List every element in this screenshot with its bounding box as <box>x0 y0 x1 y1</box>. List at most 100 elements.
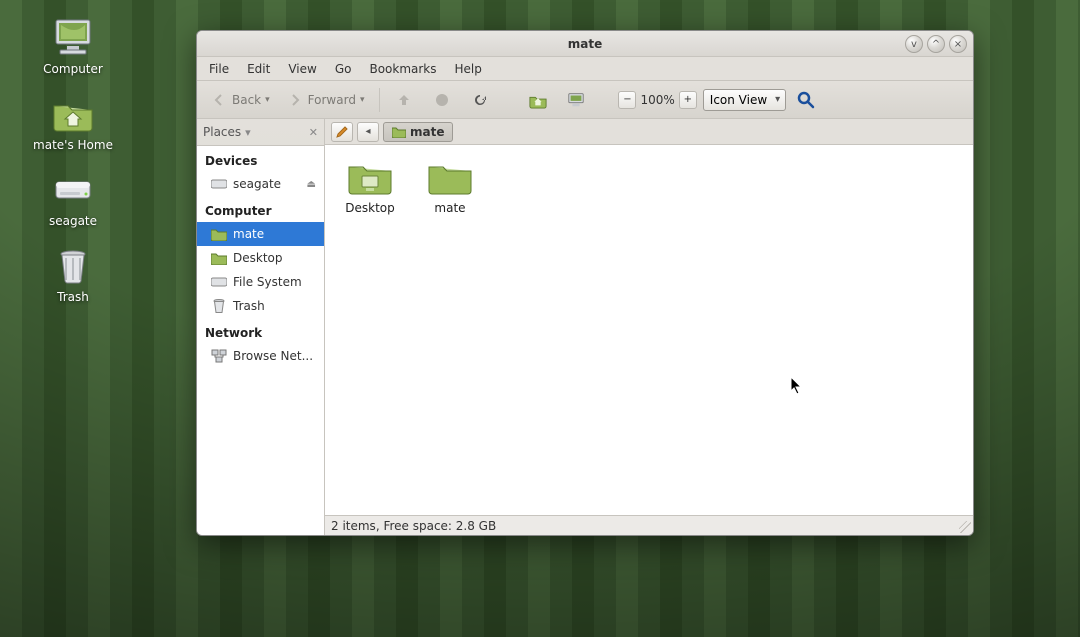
places-heading-devices: Devices <box>197 146 324 172</box>
places-list: Devices seagate ⏏ Computer mate <box>197 145 324 535</box>
desktop-icon-label: Computer <box>43 62 103 76</box>
place-label: Browse Net... <box>233 349 313 363</box>
place-trash[interactable]: Trash <box>197 294 324 318</box>
titlebar[interactable]: mate v ^ × <box>197 31 973 57</box>
zoom-control: − 100% + <box>618 91 696 109</box>
file-label: Desktop <box>345 201 395 215</box>
place-label: Desktop <box>233 251 283 265</box>
drive-icon <box>50 170 96 210</box>
trash-icon <box>50 246 96 286</box>
reload-icon <box>471 91 489 109</box>
place-desktop[interactable]: Desktop <box>197 246 324 270</box>
stop-icon <box>433 91 451 109</box>
view-mode-value: Icon View <box>710 93 767 107</box>
computer-icon <box>50 18 96 58</box>
triangle-left-icon: ◂ <box>365 126 370 137</box>
icon-view[interactable]: Desktop mate <box>325 145 973 515</box>
menu-help[interactable]: Help <box>447 60 490 78</box>
place-label: Trash <box>233 299 265 313</box>
edit-path-button[interactable] <box>331 122 353 142</box>
up-button[interactable] <box>388 86 420 114</box>
file-mate[interactable]: mate <box>419 159 481 215</box>
path-history-button[interactable]: ◂ <box>357 122 379 142</box>
eject-icon[interactable]: ⏏ <box>307 179 316 190</box>
view-mode-select[interactable]: Icon View <box>703 89 786 111</box>
chevron-right-icon <box>286 91 304 109</box>
desktop-icon-label: Trash <box>57 290 89 304</box>
forward-label: Forward <box>308 93 356 107</box>
desktop-icons: Computer mate's Home seagate <box>18 18 128 322</box>
search-icon <box>796 90 816 110</box>
network-icon <box>211 348 227 364</box>
drive-icon <box>211 176 227 192</box>
folder-icon <box>426 159 474 197</box>
minimize-button[interactable]: v <box>905 35 923 53</box>
home-folder-icon <box>211 226 227 242</box>
place-label: mate <box>233 227 264 241</box>
breadcrumb-label: mate <box>410 125 444 139</box>
pencil-icon <box>335 125 349 139</box>
resize-grip[interactable] <box>959 521 971 533</box>
folder-desktop-icon <box>346 159 394 197</box>
zoom-in-button[interactable]: + <box>679 91 697 109</box>
home-button[interactable] <box>522 86 554 114</box>
zoom-out-button[interactable]: − <box>618 91 636 109</box>
menu-bookmarks[interactable]: Bookmarks <box>361 60 444 78</box>
pathbar: ◂ mate <box>325 119 973 145</box>
menubar: File Edit View Go Bookmarks Help <box>197 57 973 81</box>
stop-button[interactable] <box>426 86 458 114</box>
zoom-level: 100% <box>640 93 674 107</box>
side-panel: Places ▾ ✕ Devices seagate ⏏ Computer <box>197 119 325 535</box>
back-button[interactable]: Back ▾ <box>203 86 277 114</box>
desktop-icon-label: seagate <box>49 214 97 228</box>
breadcrumb-home[interactable]: mate <box>383 122 453 142</box>
statusbar: 2 items, Free space: 2.8 GB <box>325 515 973 535</box>
desktop-folder-icon <box>211 250 227 266</box>
computer-button[interactable] <box>560 86 592 114</box>
desktop-icon-trash[interactable]: Trash <box>18 246 128 304</box>
close-button[interactable]: × <box>949 35 967 53</box>
file-label: mate <box>434 201 465 215</box>
menu-view[interactable]: View <box>280 60 324 78</box>
place-filesystem[interactable]: File System <box>197 270 324 294</box>
forward-button[interactable]: Forward ▾ <box>279 86 372 114</box>
arrow-up-icon <box>395 91 413 109</box>
side-panel-title: Places <box>203 125 241 139</box>
places-heading-network: Network <box>197 318 324 344</box>
menu-file[interactable]: File <box>201 60 237 78</box>
main-pane: ◂ mate <box>325 119 973 535</box>
desktop-icon-label: mate's Home <box>33 138 113 152</box>
chevron-down-icon: ▾ <box>265 95 270 105</box>
menu-go[interactable]: Go <box>327 60 360 78</box>
maximize-button[interactable]: ^ <box>927 35 945 53</box>
file-manager-window: mate v ^ × File Edit View Go Bookmarks H… <box>196 30 974 536</box>
menu-edit[interactable]: Edit <box>239 60 278 78</box>
place-seagate[interactable]: seagate ⏏ <box>197 172 324 196</box>
window-title: mate <box>197 37 973 51</box>
back-label: Back <box>232 93 261 107</box>
drive-icon <box>211 274 227 290</box>
reload-button[interactable] <box>464 86 496 114</box>
desktop-icon-drive[interactable]: seagate <box>18 170 128 228</box>
search-button[interactable] <box>792 86 820 114</box>
side-panel-dropdown[interactable]: ▾ <box>245 126 251 139</box>
place-label: File System <box>233 275 302 289</box>
side-panel-close[interactable]: ✕ <box>309 126 318 139</box>
computer-icon <box>567 91 585 109</box>
places-heading-computer: Computer <box>197 196 324 222</box>
trash-icon <box>211 298 227 314</box>
status-text: 2 items, Free space: 2.8 GB <box>331 519 496 533</box>
file-desktop[interactable]: Desktop <box>339 159 401 215</box>
chevron-down-icon: ▾ <box>360 95 365 105</box>
home-folder-icon <box>50 94 96 134</box>
toolbar: Back ▾ Forward ▾ <box>197 81 973 119</box>
home-folder-icon <box>392 125 406 139</box>
place-browse-network[interactable]: Browse Net... <box>197 344 324 368</box>
window-buttons: v ^ × <box>905 35 967 53</box>
desktop-icon-computer[interactable]: Computer <box>18 18 128 76</box>
side-panel-header: Places ▾ ✕ <box>197 119 324 145</box>
place-label: seagate <box>233 177 281 191</box>
place-home[interactable]: mate <box>197 222 324 246</box>
desktop-icon-home[interactable]: mate's Home <box>18 94 128 152</box>
home-icon <box>529 91 547 109</box>
